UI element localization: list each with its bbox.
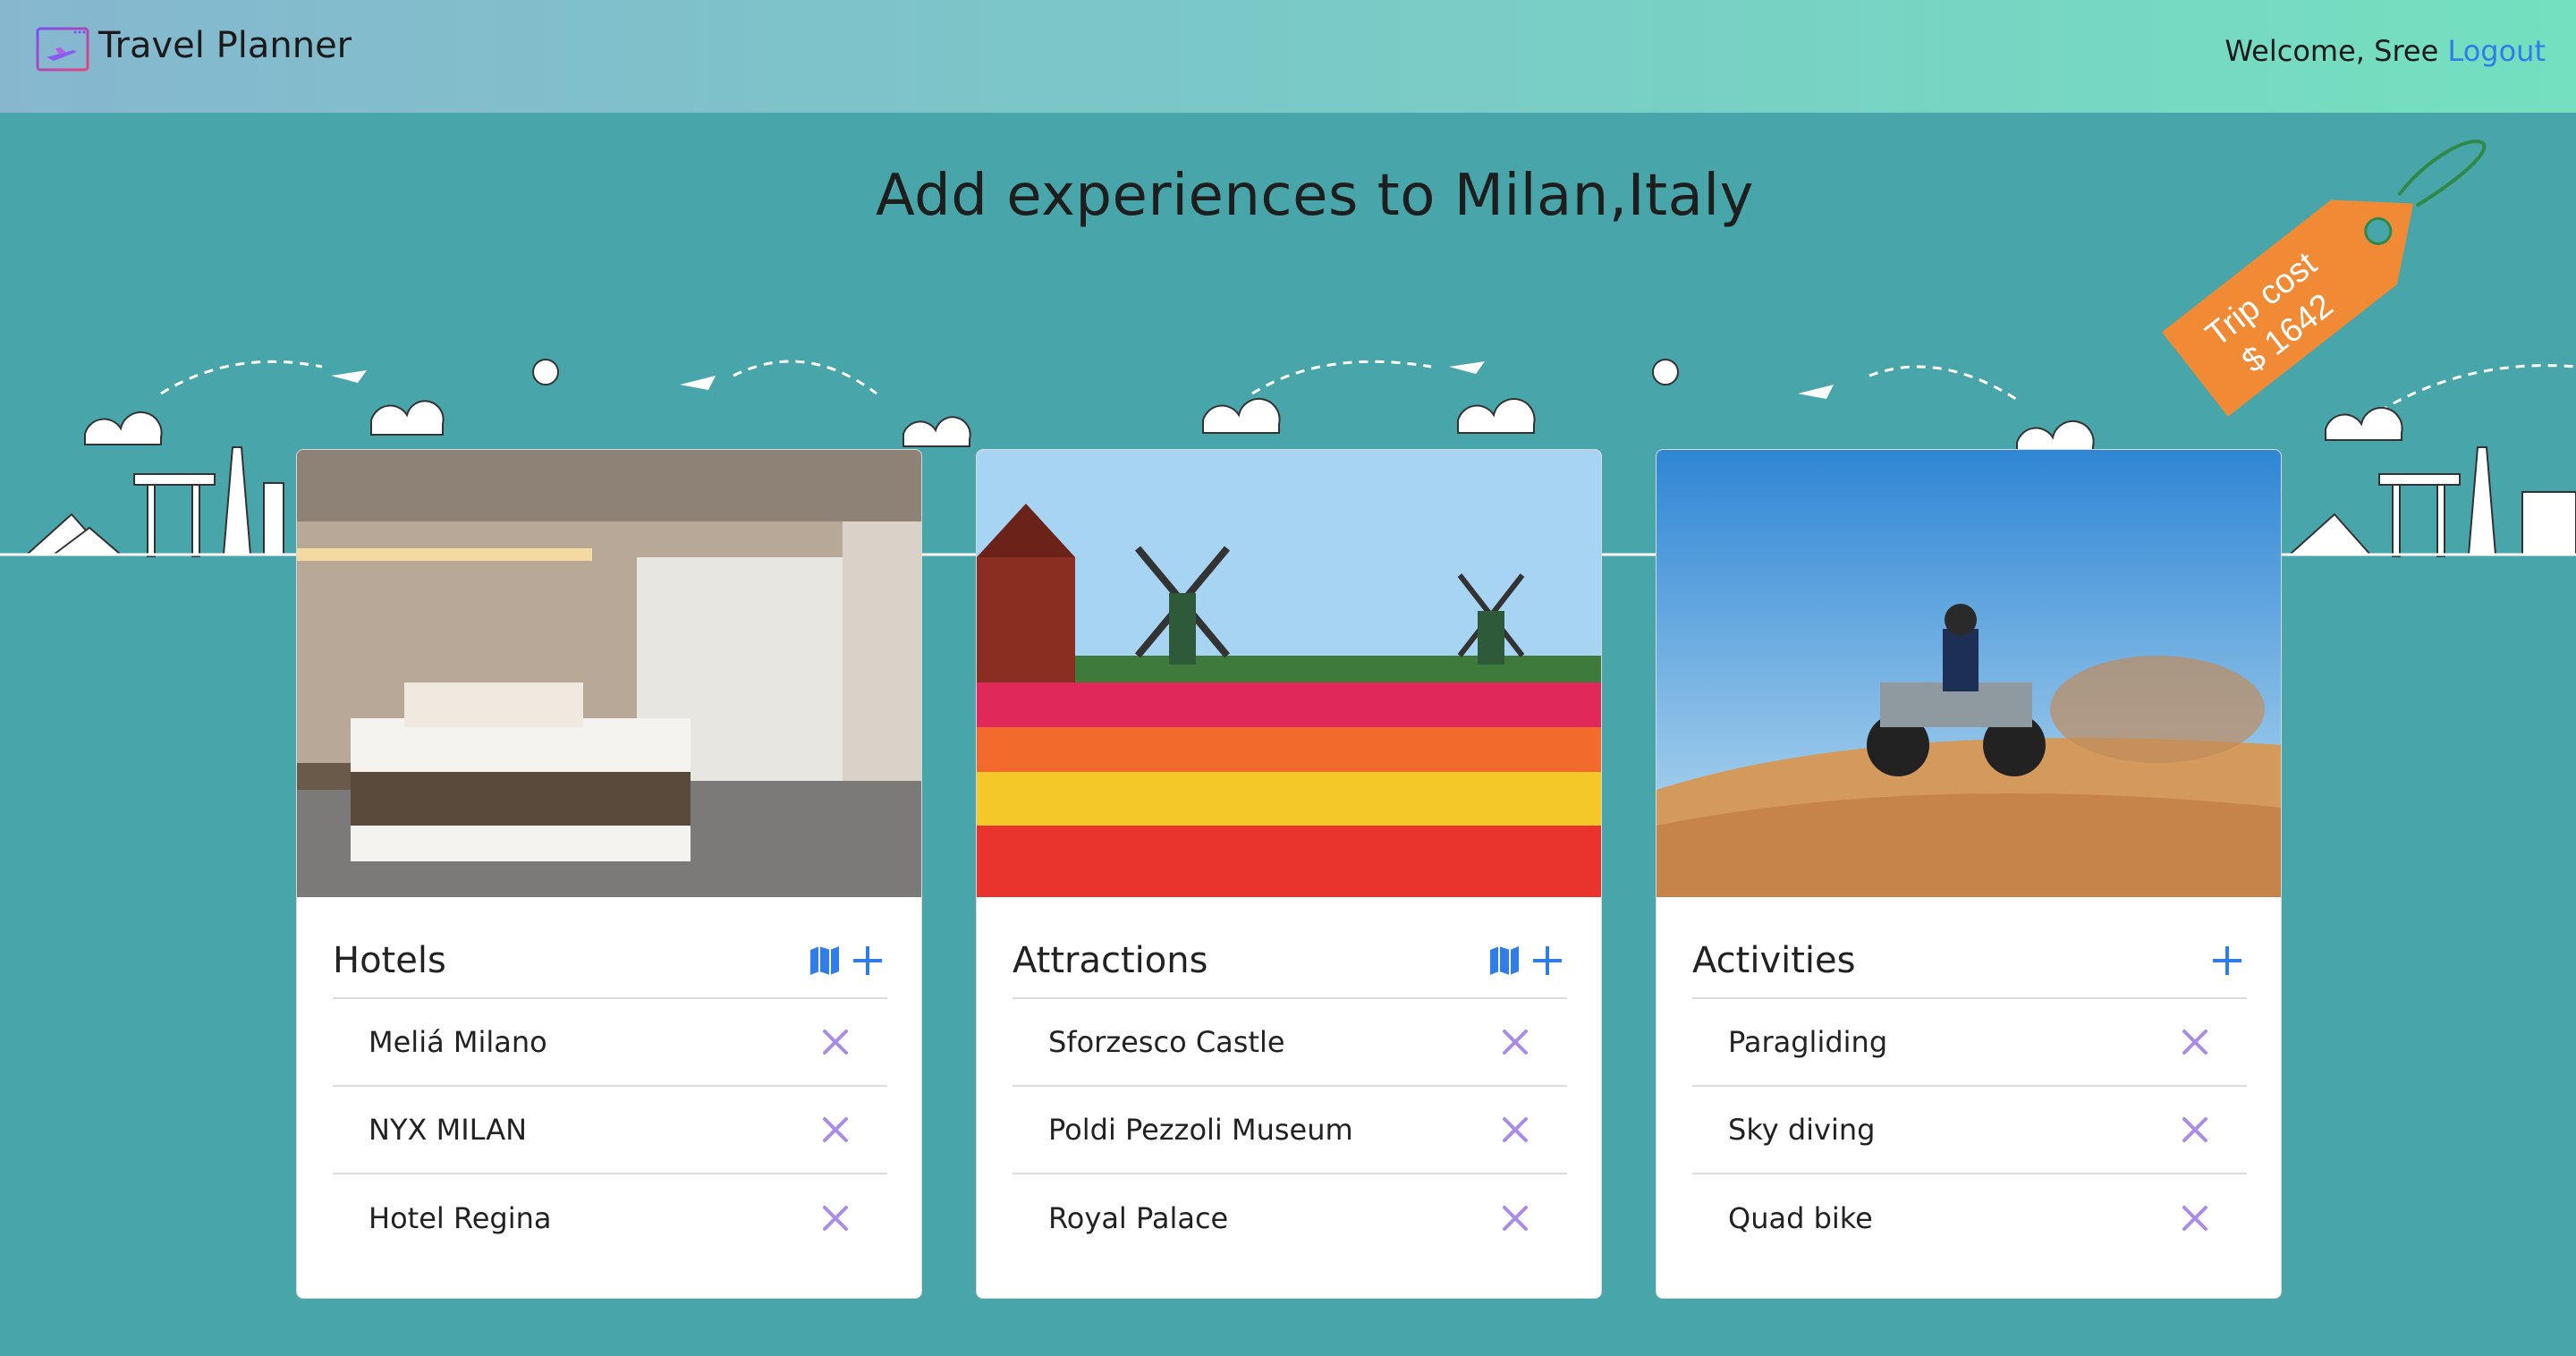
list-item: Quad bike (1692, 1174, 2247, 1262)
hotels-header: Hotels (333, 924, 887, 999)
hotels-title: Hotels (333, 940, 446, 981)
list-item: Paragliding (1692, 999, 2247, 1087)
activities-header: Activities (1692, 924, 2247, 999)
list-item: Meliá Milano (333, 999, 887, 1087)
hotels-list: Meliá Milano NYX MILAN Hotel Regina (333, 999, 887, 1262)
attractions-header: Attractions (1013, 924, 1567, 999)
navbar: Travel Planner Welcome, Sree Logout (0, 0, 2576, 113)
attractions-actions (1485, 941, 1567, 980)
attraction-name: Sforzesco Castle (1048, 1025, 1285, 1059)
close-icon[interactable] (2179, 1114, 2211, 1146)
list-item: NYX MILAN (333, 1087, 887, 1174)
add-activity-button[interactable] (2207, 941, 2247, 980)
activities-card: Activities Paragliding Sky diving Quad b… (1656, 449, 2282, 1299)
attractions-card: Attractions Sforzesco Castle Poldi Pezzo… (976, 449, 1602, 1299)
activity-name: Paragliding (1728, 1025, 1888, 1059)
quad-bike-desert-image (1657, 450, 2281, 897)
hotel-room-image (297, 450, 921, 897)
map-icon[interactable] (805, 941, 844, 980)
attractions-list: Sforzesco Castle Poldi Pezzoli Museum Ro… (1013, 999, 1567, 1262)
list-item: Poldi Pezzoli Museum (1013, 1087, 1567, 1174)
brand[interactable]: Travel Planner (36, 25, 352, 73)
attractions-title: Attractions (1013, 940, 1208, 981)
add-hotel-button[interactable] (848, 941, 887, 980)
close-icon[interactable] (819, 1026, 852, 1058)
attraction-name: Royal Palace (1048, 1201, 1229, 1235)
add-attraction-button[interactable] (1528, 941, 1567, 980)
list-item: Sforzesco Castle (1013, 999, 1567, 1087)
user-greeting: Welcome, Sree Logout (2224, 34, 2546, 68)
activity-name: Quad bike (1728, 1201, 1873, 1235)
hotel-name: Hotel Regina (369, 1201, 552, 1235)
tulip-field-windmill-image (977, 450, 1601, 897)
hotels-card: Hotels Meliá Milano NYX MILAN Hotel Regi… (296, 449, 922, 1299)
logout-link[interactable]: Logout (2447, 34, 2546, 68)
airplane-window-icon (36, 27, 89, 72)
attraction-name: Poldi Pezzoli Museum (1048, 1113, 1353, 1147)
activity-name: Sky diving (1728, 1113, 1876, 1147)
list-item: Royal Palace (1013, 1174, 1567, 1262)
close-icon[interactable] (819, 1202, 852, 1234)
activities-list: Paragliding Sky diving Quad bike (1692, 999, 2247, 1262)
close-icon[interactable] (1499, 1202, 1531, 1234)
app-title: Travel Planner (98, 25, 352, 66)
welcome-text: Welcome, Sree (2224, 34, 2439, 68)
close-icon[interactable] (1499, 1026, 1531, 1058)
trip-cost-tag: Trip cost $ 1642 (2161, 140, 2487, 417)
hotels-actions (805, 941, 887, 980)
close-icon[interactable] (2179, 1202, 2211, 1234)
list-item: Sky diving (1692, 1087, 2247, 1174)
activities-actions (2207, 941, 2247, 980)
hotel-name: Meliá Milano (369, 1025, 547, 1059)
list-item: Hotel Regina (333, 1174, 887, 1262)
close-icon[interactable] (1499, 1114, 1531, 1146)
activities-title: Activities (1692, 940, 1856, 981)
hotel-name: NYX MILAN (369, 1113, 528, 1147)
map-icon[interactable] (1485, 941, 1524, 980)
close-icon[interactable] (2179, 1026, 2211, 1058)
close-icon[interactable] (819, 1114, 852, 1146)
